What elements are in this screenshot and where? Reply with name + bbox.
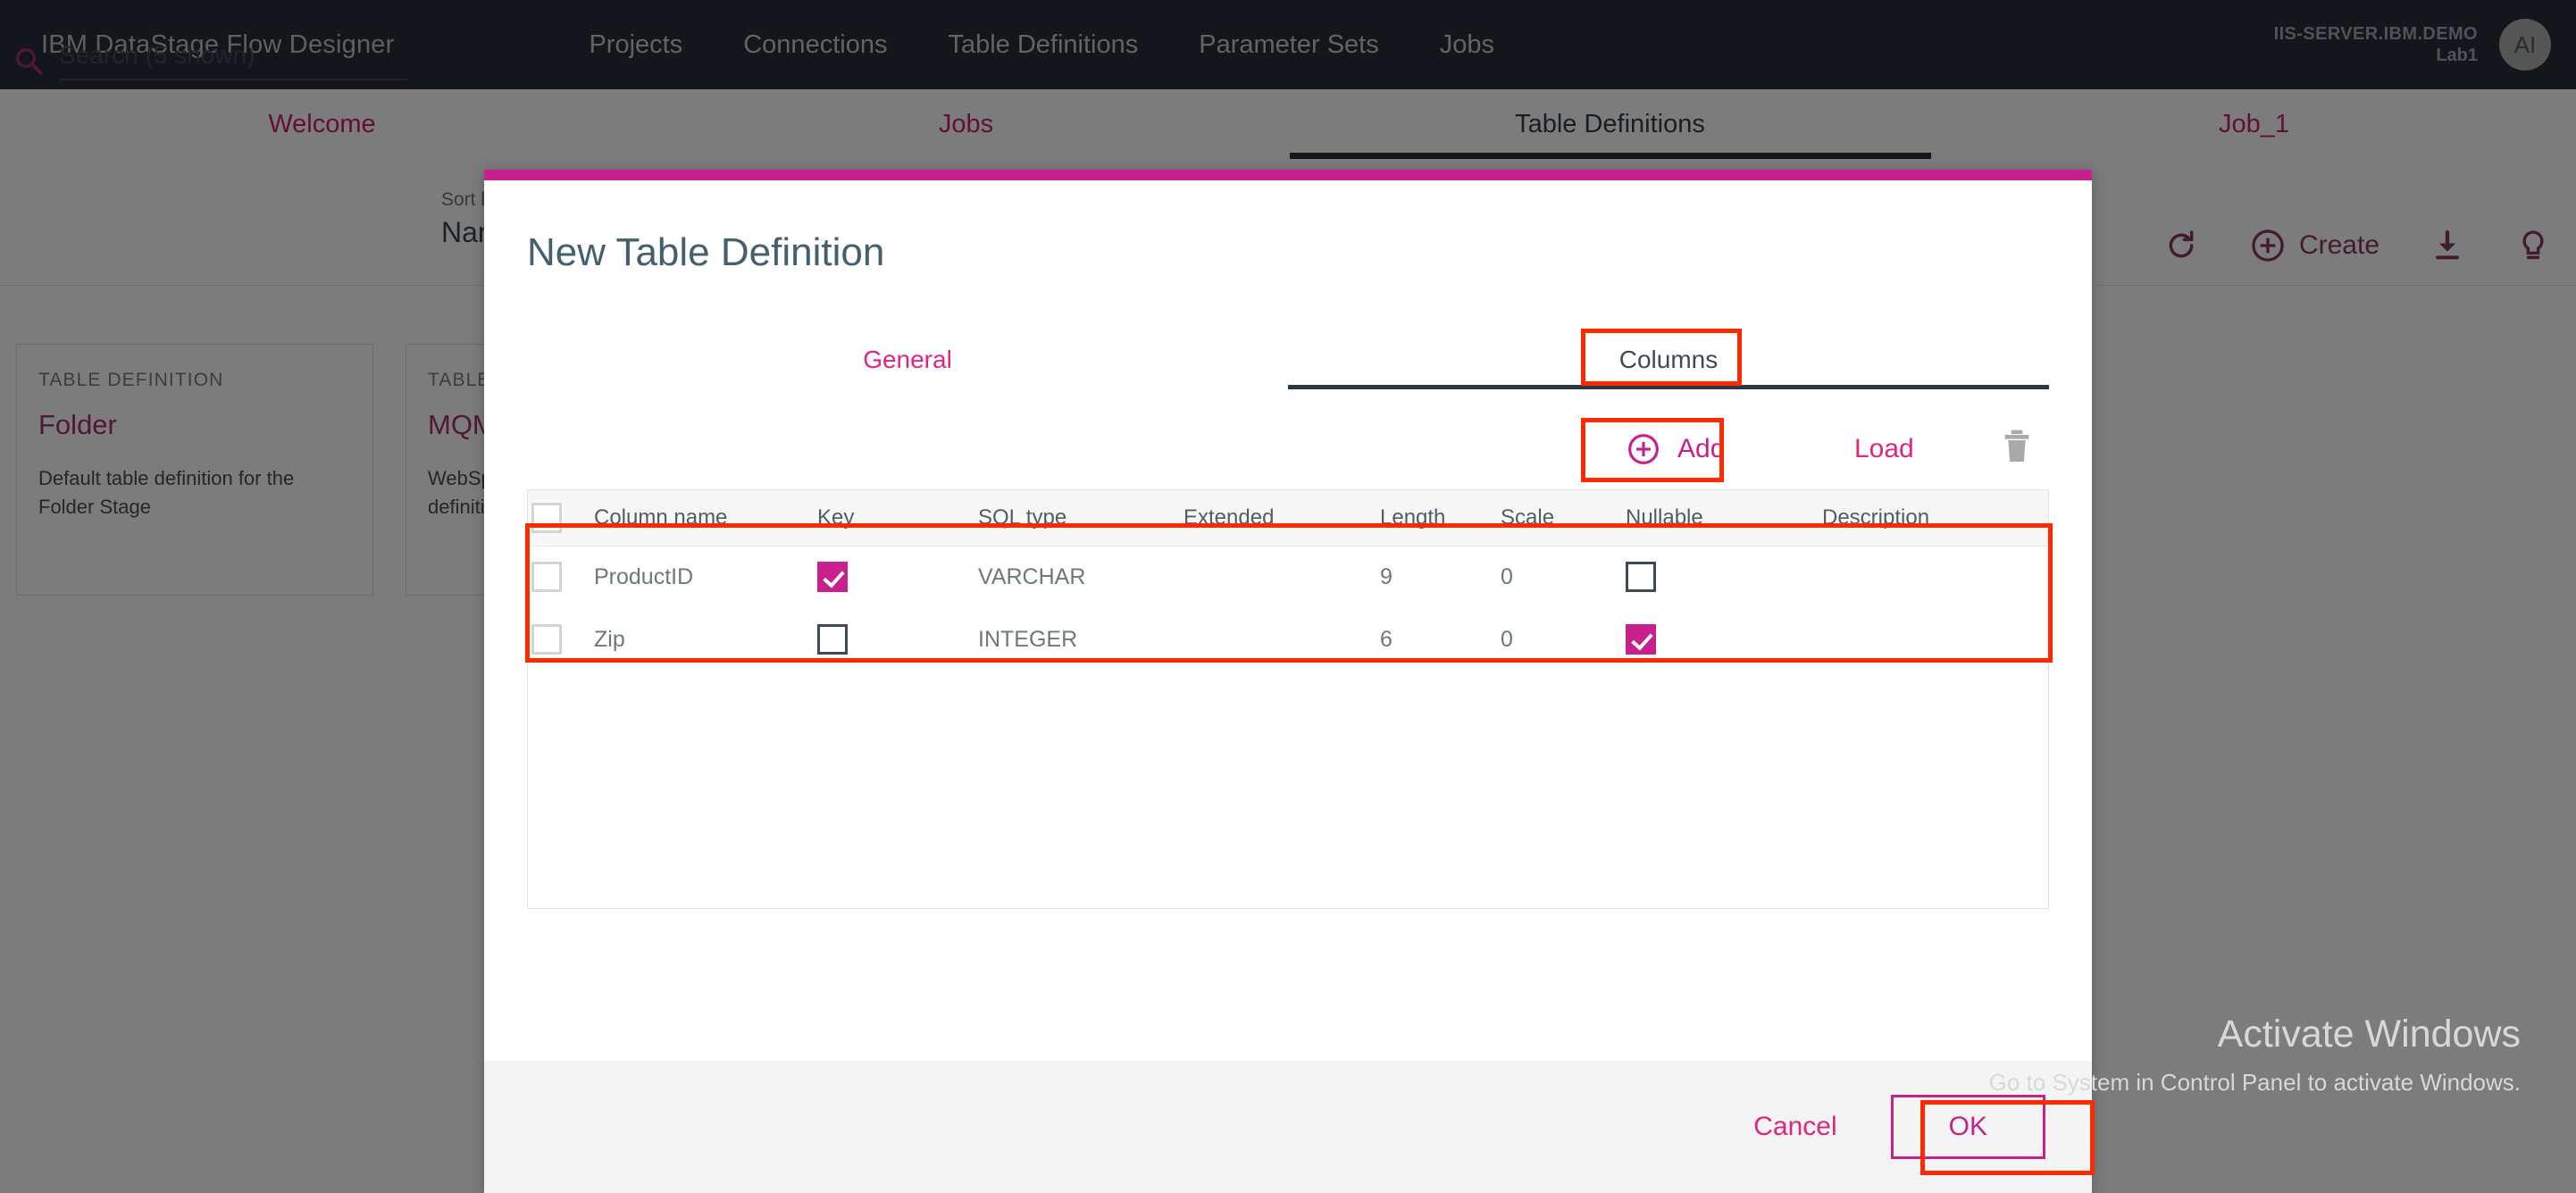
header-key: Key [814, 490, 974, 546]
cell-scale[interactable]: 0 [1497, 546, 1622, 608]
app-root: IBM DataStage Flow Designer Projects Con… [0, 0, 2576, 1193]
cell-scale[interactable]: 0 [1497, 608, 1622, 671]
key-checkbox[interactable] [817, 624, 848, 655]
key-checkbox[interactable] [817, 562, 848, 592]
cell-sql-type[interactable]: VARCHAR [974, 546, 1180, 608]
header-column-name: Column name [590, 490, 814, 546]
cell-column-name[interactable]: ProductID [590, 546, 814, 608]
select-all-checkbox[interactable] [531, 503, 562, 533]
columns-table: Column name Key SQL type Extended Length… [528, 490, 2048, 671]
cell-extended[interactable] [1180, 546, 1376, 608]
ok-button[interactable]: OK [1891, 1095, 2045, 1159]
header-nullable: Nullable [1622, 490, 1819, 546]
header-select-all [528, 490, 590, 546]
cell-description[interactable] [1819, 608, 2048, 671]
dialog-tab-general[interactable]: General [527, 330, 1288, 389]
delete-columns-button[interactable] [1999, 428, 2035, 471]
load-columns-button[interactable]: Load [1854, 434, 1914, 464]
cell-key [814, 608, 974, 671]
cell-extended[interactable] [1180, 608, 1376, 671]
header-length: Length [1376, 490, 1497, 546]
dialog-tab-columns[interactable]: Columns [1288, 330, 2049, 389]
cell-length[interactable]: 6 [1376, 608, 1497, 671]
plus-circle-icon [1626, 431, 1661, 467]
header-sql-type: SQL type [974, 490, 1180, 546]
columns-table-header-row: Column name Key SQL type Extended Length… [528, 490, 2048, 546]
cell-nullable [1622, 546, 1819, 608]
columns-action-row: Add Load [527, 418, 2049, 480]
row-select-checkbox[interactable] [531, 624, 562, 655]
table-row[interactable]: Zip INTEGER 6 0 [528, 608, 2048, 671]
cell-sql-type[interactable]: INTEGER [974, 608, 1180, 671]
row-select-cell [528, 608, 590, 671]
trash-icon [1999, 428, 2035, 467]
header-extended: Extended [1180, 490, 1376, 546]
nullable-checkbox[interactable] [1626, 624, 1656, 655]
cancel-button[interactable]: Cancel [1735, 1103, 1854, 1151]
nullable-checkbox[interactable] [1626, 562, 1656, 592]
dialog-title: New Table Definition [527, 230, 2092, 275]
row-select-cell [528, 546, 590, 608]
columns-table-panel: Column name Key SQL type Extended Length… [527, 489, 2049, 909]
dialog-footer: Cancel OK [484, 1061, 2092, 1193]
table-row[interactable]: ProductID VARCHAR 9 0 [528, 546, 2048, 608]
header-scale: Scale [1497, 490, 1622, 546]
cell-key [814, 546, 974, 608]
cell-nullable [1622, 608, 1819, 671]
new-table-definition-dialog: New Table Definition General Columns Add… [484, 170, 2092, 1193]
dialog-tab-underline [1288, 385, 2049, 389]
add-column-button[interactable]: Add [1626, 431, 1725, 467]
cell-column-name[interactable]: Zip [590, 608, 814, 671]
cell-description[interactable] [1819, 546, 2048, 608]
dialog-tabs: General Columns [527, 330, 2049, 389]
cell-length[interactable]: 9 [1376, 546, 1497, 608]
row-select-checkbox[interactable] [531, 562, 562, 592]
dialog-accent-bar [484, 170, 2092, 180]
add-column-label: Add [1677, 434, 1725, 464]
header-description: Description [1819, 490, 2048, 546]
